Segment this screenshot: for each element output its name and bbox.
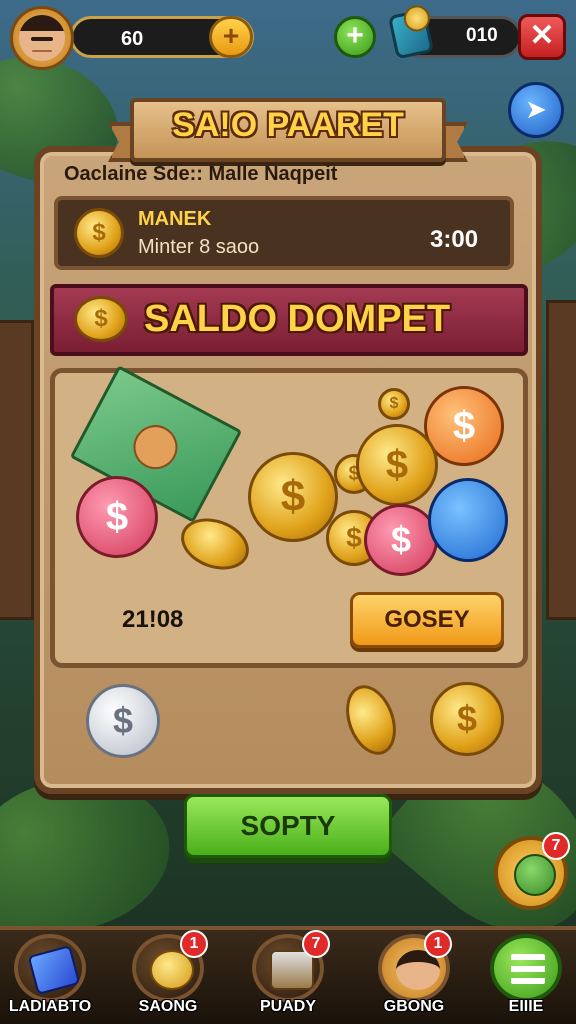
timer-value: 3:00 (430, 226, 479, 253)
pink-chip-icon: $ (76, 476, 158, 558)
wallet-icon (387, 8, 435, 60)
add-score-button[interactable]: + (209, 16, 253, 58)
nav-label: PUADY (259, 998, 316, 1015)
notification-badge: 7 (542, 832, 570, 860)
add-currency-button[interactable]: + (334, 16, 376, 58)
nav-item-menu[interactable]: EIIIE (476, 930, 576, 1024)
player-avatar[interactable] (10, 6, 74, 70)
nav-label: SAONG (138, 998, 198, 1015)
panel-title: SA!O PAARET (172, 106, 404, 144)
nav-item-wallet[interactable]: LADIABTO (0, 930, 100, 1024)
nav-label: EIIIE (508, 998, 544, 1015)
coin-icon: $ (74, 208, 124, 258)
chest-glyph (270, 950, 314, 990)
wallet-value: 010 (466, 25, 498, 46)
sopty-button[interactable]: SOPTY (184, 794, 392, 858)
background-hut (0, 320, 34, 620)
gold-coin-icon: $ (248, 452, 338, 542)
notification-badge: 1 (424, 930, 452, 958)
score-value: 60 (121, 28, 144, 50)
silver-coin-icon: $ (86, 684, 160, 758)
gold-coin-icon: $ (430, 682, 504, 756)
gold-coin-icon: $ (356, 424, 438, 506)
timer-subtitle: Minter 8 saoo (138, 236, 260, 258)
nav-item-profile[interactable]: 1 GBONG (364, 930, 464, 1024)
timer-title: MANEK (138, 208, 212, 230)
avatar-face-icon (19, 15, 65, 61)
saldo-label: SALDO DOMPET (144, 298, 451, 340)
wallet-glyph (27, 944, 81, 996)
gold-coin-icon: $ (378, 388, 410, 420)
notification-badge: 1 (180, 930, 208, 958)
panel-subtitle: Oaclaine Sde:: Malle Naqpeit (64, 163, 338, 185)
coin-icon: $ (74, 296, 128, 342)
blue-chip-icon (428, 478, 508, 562)
nav-item-coins[interactable]: 1 SAONG (118, 930, 218, 1024)
wallet-icon (14, 934, 86, 1002)
gosey-button[interactable]: GOSEY (350, 592, 504, 648)
nav-item-chest[interactable]: 7 PUADY (238, 930, 338, 1024)
background-hut (546, 300, 576, 620)
score-pill: 60 + (70, 16, 254, 58)
notification-badge: 7 (302, 930, 330, 958)
nav-label: LADIABTO (8, 998, 92, 1015)
pink-chip-icon: $ (364, 504, 438, 576)
nav-label: GBONG (383, 998, 445, 1015)
menu-icon (490, 934, 562, 1002)
close-button[interactable]: ✕ (518, 14, 566, 60)
share-button[interactable]: ➤ (508, 82, 564, 138)
wallet-amount: 21!08 (122, 606, 184, 633)
menu-lines-glyph (511, 954, 545, 984)
